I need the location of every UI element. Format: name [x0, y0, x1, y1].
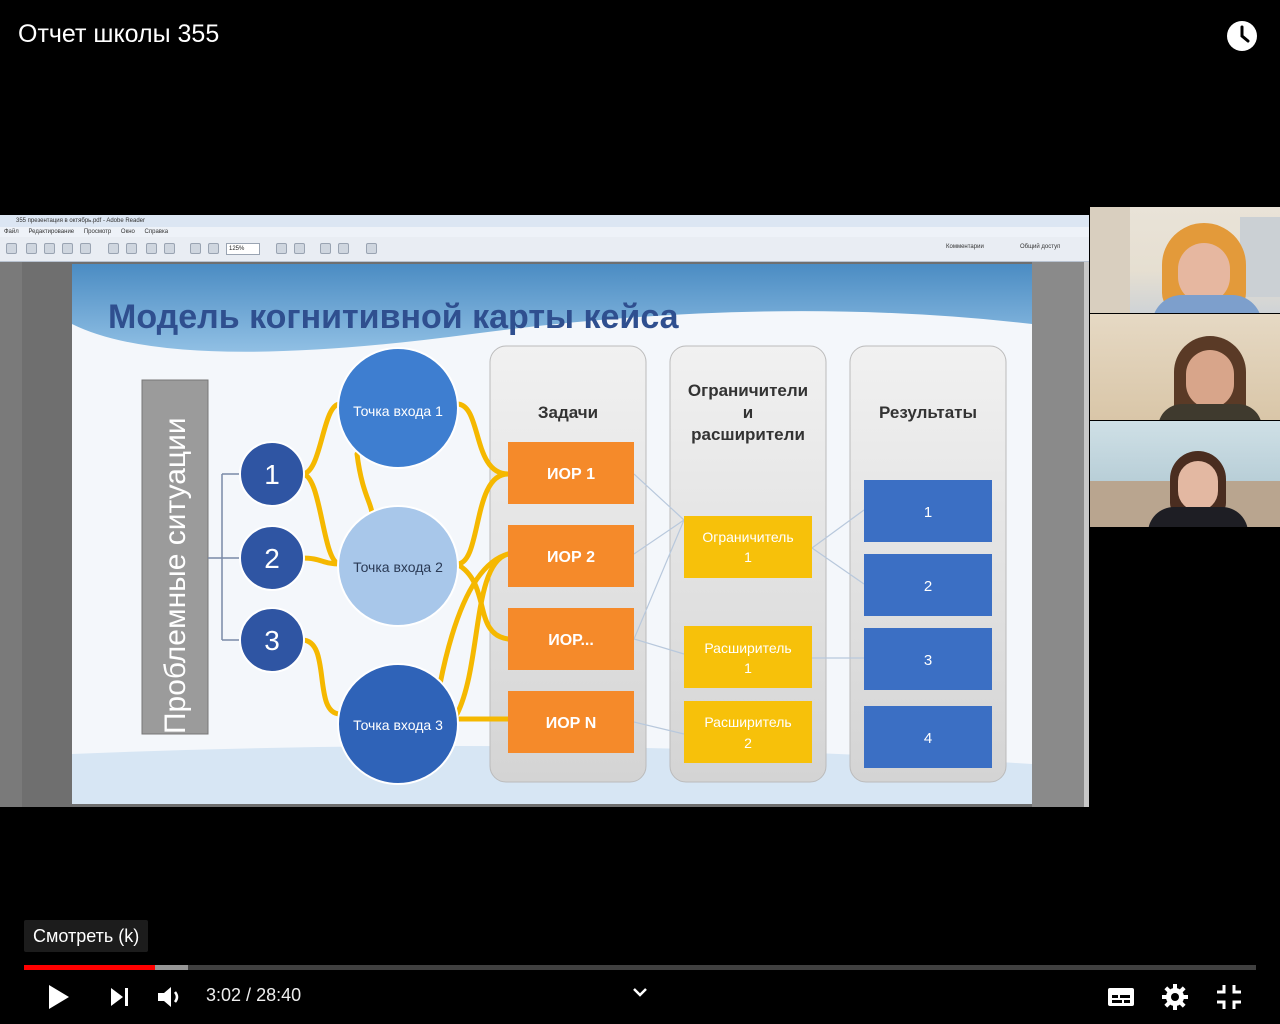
mail-icon: [80, 243, 91, 254]
progress-played: [24, 965, 155, 970]
limiter-1-line-1: Ограничитель: [702, 529, 793, 545]
problem-situations-label: Проблемные ситуации: [159, 417, 192, 734]
background-window: [1240, 217, 1280, 297]
zoom-out-icon: [190, 243, 201, 254]
expander-box-1: [684, 626, 812, 688]
cognitive-map-diagram: Модель когнитивной карты кейса Задачи Ог…: [72, 264, 1032, 804]
menu-window: Окно: [120, 229, 135, 235]
limiters-header-line-3: расширители: [691, 425, 805, 444]
zoom-field: 125%: [226, 243, 260, 255]
participant-video-2: [1090, 314, 1280, 420]
shared-screen: 355 презентация в октябрь.pdf - Adobe Re…: [0, 215, 1089, 807]
subtitles-icon[interactable]: [1104, 980, 1138, 1014]
expander-box-2: [684, 701, 812, 763]
number-2: 2: [264, 543, 280, 574]
create-icon: [6, 243, 17, 254]
expander-2-line-2: 2: [744, 735, 752, 751]
task-label-3: ИОР...: [548, 632, 594, 649]
video-title[interactable]: Отчет школы 355: [18, 20, 219, 49]
open-icon: [26, 243, 37, 254]
slide-title: Модель когнитивной карты кейса: [108, 298, 680, 336]
viewer-window-title: 355 презентация в октябрь.pdf - Adobe Re…: [0, 215, 1089, 227]
limiters-header-line-1: Ограничители: [688, 381, 808, 400]
viewer-right-panel: [1032, 262, 1089, 807]
zoom-in-icon: [208, 243, 219, 254]
result-label-4: 4: [924, 730, 932, 747]
viewer-menu-bar: Файл Редактирование Просмотр Окно Справк…: [0, 227, 1089, 237]
volume-icon[interactable]: [152, 980, 186, 1014]
limiters-header-line-2: и: [743, 403, 753, 422]
participant-face: [1178, 461, 1218, 511]
participant-shoulders: [1158, 404, 1262, 420]
bracket-lines: [208, 473, 242, 641]
participant-shoulders: [1148, 507, 1248, 527]
result-label-2: 2: [924, 578, 932, 595]
result-label-1: 1: [924, 504, 932, 521]
expander-2-line-1: Расширитель: [704, 714, 791, 730]
hand-icon: [164, 243, 175, 254]
fit-page-icon: [276, 243, 287, 254]
cursor-icon: [146, 243, 157, 254]
entry-point-1-label: Точка входа 1: [353, 403, 443, 419]
results-header: Результаты: [879, 403, 977, 422]
task-label-2: ИОР 2: [547, 549, 595, 566]
viewer-toolbar: 125% Комментарии Общий доступ: [0, 237, 1089, 262]
menu-help: Справка: [144, 229, 169, 235]
comments-tab: Комментарии: [946, 244, 984, 250]
participant-video-3: [1090, 421, 1280, 527]
number-3: 3: [264, 625, 280, 656]
page-up-icon: [108, 243, 119, 254]
page-down-icon: [126, 243, 137, 254]
expand-icon: [366, 243, 377, 254]
current-time: 3:02: [206, 985, 242, 1005]
print-icon: [62, 243, 73, 254]
duration: 28:40: [256, 985, 302, 1005]
progress-bar[interactable]: [24, 965, 1256, 970]
participant-face: [1186, 350, 1234, 408]
comment-icon: [320, 243, 331, 254]
limiter-box-1: [684, 516, 812, 578]
menu-edit: Редактирование: [28, 229, 75, 235]
time-separator: /: [241, 985, 257, 1005]
presentation-slide: Модель когнитивной карты кейса Задачи Ог…: [72, 264, 1032, 804]
limiter-1-line-2: 1: [744, 549, 752, 565]
save-icon: [44, 243, 55, 254]
fit-width-icon: [294, 243, 305, 254]
chevron-down-icon[interactable]: [623, 978, 657, 1008]
share-tab: Общий доступ: [1020, 244, 1061, 250]
task-label-1: ИОР 1: [547, 466, 595, 483]
viewer-left-panel: [0, 262, 22, 807]
menu-file: Файл: [4, 229, 19, 235]
entry-point-3-label: Точка входа 3: [353, 717, 443, 733]
entry-point-2-label: Точка входа 2: [353, 559, 443, 575]
settings-icon[interactable]: [1158, 980, 1192, 1014]
exit-fullscreen-icon[interactable]: [1212, 980, 1246, 1014]
participant-video-1: [1090, 207, 1280, 313]
menu-view: Просмотр: [83, 229, 112, 235]
expander-1-line-1: Расширитель: [704, 640, 791, 656]
time-display: 3:02 / 28:40: [206, 985, 301, 1006]
watch-later-tooltip: Смотреть (k): [24, 920, 149, 952]
number-1: 1: [264, 459, 280, 490]
participant-shoulders: [1152, 295, 1262, 313]
participant-face: [1178, 243, 1230, 303]
play-icon[interactable]: [40, 980, 74, 1014]
result-label-3: 3: [924, 652, 932, 669]
tasks-header: Задачи: [538, 403, 598, 422]
task-label-4: ИОР N: [546, 715, 597, 732]
background-door: [1090, 207, 1130, 313]
expander-1-line-2: 1: [744, 660, 752, 676]
viewer-scrollbar: [1084, 262, 1089, 807]
clock-icon[interactable]: [1226, 20, 1258, 52]
next-icon[interactable]: [102, 980, 136, 1014]
highlight-icon: [338, 243, 349, 254]
